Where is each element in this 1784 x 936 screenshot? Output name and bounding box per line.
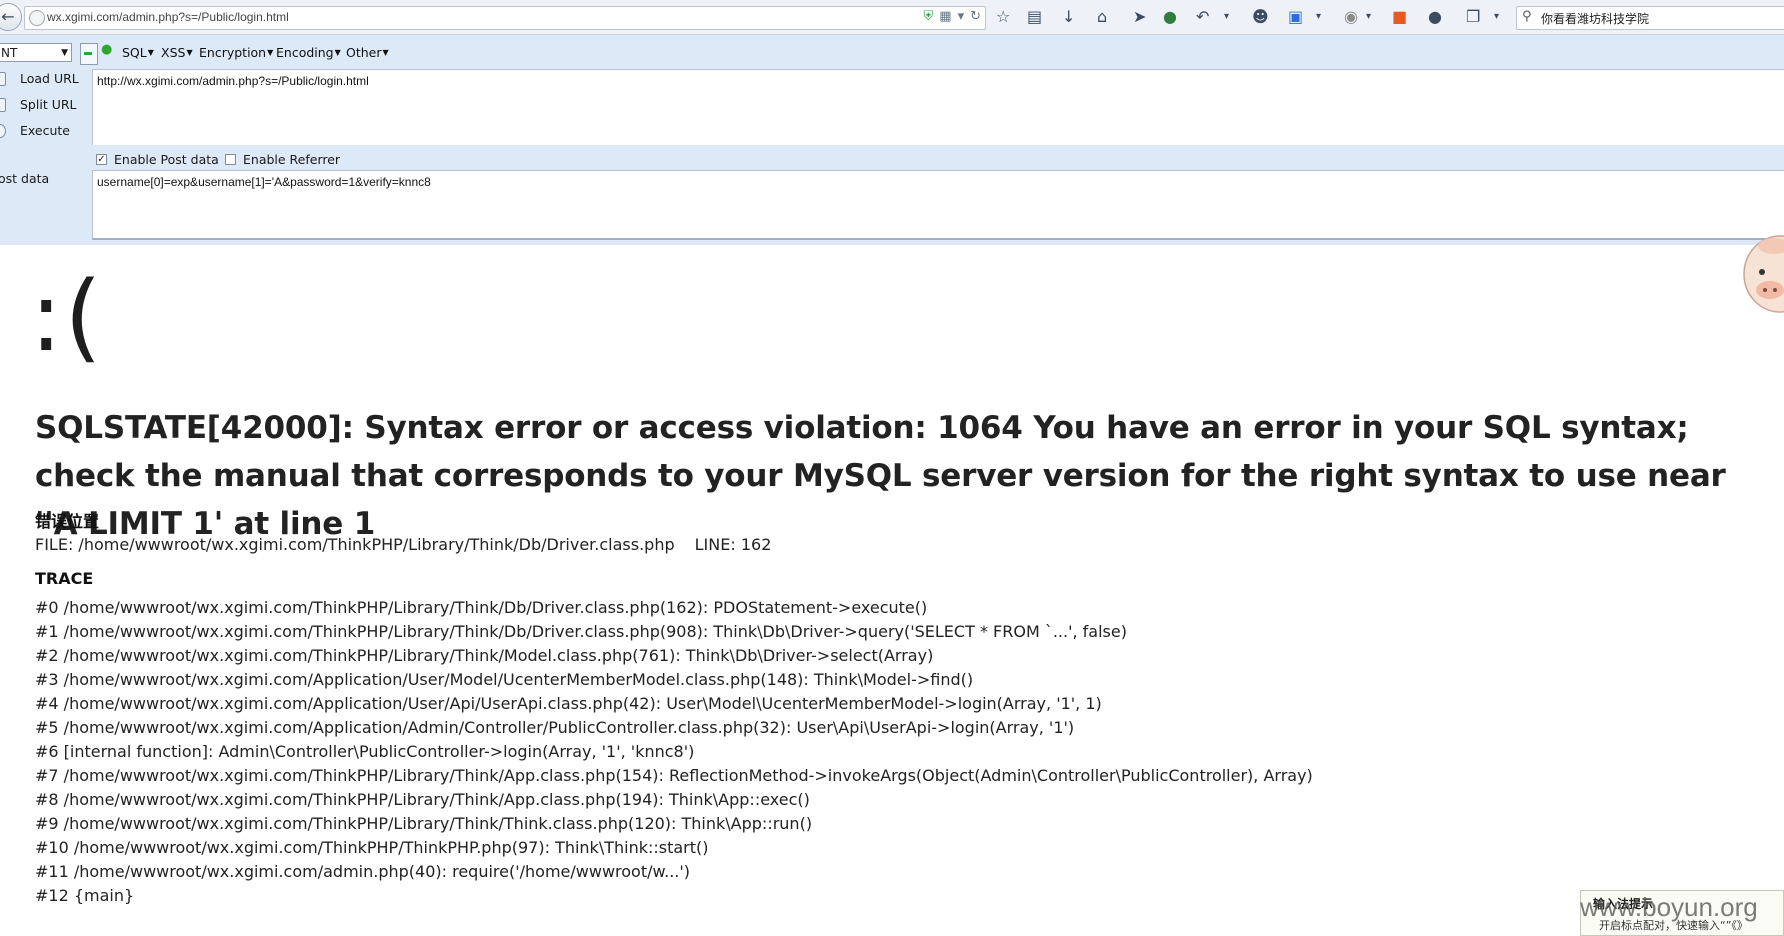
split-url-button[interactable]: Split URL	[0, 95, 92, 115]
search-box[interactable]: ⚲ 你看看潍坊科技学院	[1516, 6, 1784, 30]
menu-encryption[interactable]: Encryption▼	[199, 45, 273, 60]
extension-icon[interactable]: ■	[1392, 7, 1407, 27]
adblock-icon[interactable]: ◉	[1344, 7, 1358, 27]
user-icon[interactable]: ☻	[1252, 7, 1269, 27]
chevron-down-icon: ▼	[186, 48, 193, 57]
chevron-down-icon: ▼	[61, 48, 68, 58]
execute-button[interactable]: Execute	[0, 121, 92, 141]
undo-icon[interactable]: ↶	[1196, 7, 1209, 27]
load-url-icon	[0, 72, 6, 86]
error-file-line: FILE: /home/wwwroot/wx.xgimi.com/ThinkPH…	[35, 535, 771, 554]
enable-referrer-label: Enable Referrer	[243, 152, 341, 167]
address-text: wx.xgimi.com/admin.php?s=/Public/login.h…	[47, 10, 289, 24]
hackbar-panel: NT ▼ ● SQL▼ XSS▼ Encryption▼ Encoding▼ O…	[0, 35, 1784, 245]
error-location-title: 错误位置	[35, 512, 100, 531]
split-url-icon	[0, 98, 6, 112]
undo-dropdown-icon[interactable]: ▾	[1224, 7, 1229, 27]
adblock-dropdown-icon[interactable]: ▾	[1366, 7, 1371, 27]
hackbar-select[interactable]: NT ▼	[0, 43, 72, 62]
window-icon[interactable]: ❐	[1466, 7, 1480, 27]
trace-item: #4 /home/wwwroot/wx.xgimi.com/Applicatio…	[35, 694, 1102, 713]
qr-code-icon[interactable]: ▦	[939, 9, 951, 24]
enable-post-label: Enable Post data	[114, 152, 219, 167]
trace-title: TRACE	[35, 569, 94, 588]
hackbar-select-value: NT	[1, 46, 18, 60]
trace-item: #1 /home/wwwroot/wx.xgimi.com/ThinkPHP/L…	[35, 622, 1127, 641]
hackbar-url-textarea[interactable]: http://wx.xgimi.com/admin.php?s=/Public/…	[92, 69, 1784, 145]
enable-post-checkbox[interactable]: ✓	[96, 154, 107, 165]
trace-item: #10 /home/wwwroot/wx.xgimi.com/ThinkPHP/…	[35, 838, 709, 857]
browser-navbar: ← wx.xgimi.com/admin.php?s=/Public/login…	[0, 0, 1784, 35]
reload-icon[interactable]: ↻	[970, 9, 981, 24]
back-button[interactable]: ←	[0, 3, 22, 31]
decrease-button[interactable]	[80, 43, 98, 65]
search-icon: ⚲	[1522, 9, 1532, 24]
trace-list: #0 /home/wwwroot/wx.xgimi.com/ThinkPHP/L…	[35, 596, 1313, 908]
load-url-button[interactable]: Load URL	[0, 69, 92, 89]
watermark: www.boyun.org	[1580, 892, 1758, 922]
menu-other[interactable]: Other▼	[346, 45, 389, 60]
address-icons: ⛨ ▦ ▾ ↻	[924, 9, 982, 24]
error-file: FILE: /home/wwwroot/wx.xgimi.com/ThinkPH…	[35, 535, 675, 554]
sad-face: :(	[30, 261, 104, 373]
plus-icon[interactable]: ●	[101, 43, 112, 56]
post-data-textarea[interactable]: username[0]=exp&username[1]='A&password=…	[92, 170, 1784, 240]
globe-icon	[29, 10, 45, 26]
reading-list-icon[interactable]: ▤	[1027, 7, 1042, 27]
trace-item: #11 /home/wwwroot/wx.xgimi.com/admin.php…	[35, 862, 691, 881]
menu-sql[interactable]: SQL▼	[122, 45, 154, 60]
chevron-down-icon: ▼	[382, 48, 389, 57]
trace-item: #3 /home/wwwroot/wx.xgimi.com/Applicatio…	[35, 670, 974, 689]
hackbar-toolbar: NT ▼ ● SQL▼ XSS▼ Encryption▼ Encoding▼ O…	[0, 35, 1784, 69]
trace-item: #7 /home/wwwroot/wx.xgimi.com/ThinkPHP/L…	[35, 766, 1313, 785]
download-icon[interactable]: ↓	[1062, 7, 1075, 27]
execute-icon	[0, 124, 6, 138]
trace-item: #9 /home/wwwroot/wx.xgimi.com/ThinkPHP/L…	[35, 814, 813, 833]
menu-encoding[interactable]: Encoding▼	[276, 45, 341, 60]
chevron-down-icon: ▼	[334, 48, 341, 57]
trace-item: #8 /home/wwwroot/wx.xgimi.com/ThinkPHP/L…	[35, 790, 810, 809]
post-data-value: username[0]=exp&username[1]='A&password=…	[97, 175, 431, 189]
post-data-label: ost data	[0, 171, 50, 186]
security-shield-icon[interactable]: ●	[1163, 7, 1177, 27]
search-input[interactable]: 你看看潍坊科技学院	[1541, 10, 1649, 27]
trace-item: #6 [internal function]: Admin\Controller…	[35, 742, 695, 761]
chevron-down-icon: ▼	[267, 48, 274, 57]
send-icon[interactable]: ➤	[1133, 7, 1146, 27]
menu-dropdown-icon[interactable]: ▾	[1494, 7, 1499, 27]
error-message: SQLSTATE[42000]: Syntax error or access …	[35, 410, 1726, 542]
chat-icon[interactable]: ●	[1428, 7, 1442, 27]
menu-xss[interactable]: XSS▼	[161, 45, 193, 60]
bookmark-star-icon[interactable]: ☆	[996, 7, 1010, 27]
translate-dropdown-icon[interactable]: ▾	[1316, 7, 1321, 27]
error-line: LINE: 162	[694, 535, 772, 554]
translate-icon[interactable]: ▣	[1288, 7, 1303, 27]
dropdown-icon[interactable]: ▾	[958, 9, 965, 24]
address-bar[interactable]: wx.xgimi.com/admin.php?s=/Public/login.h…	[24, 6, 986, 30]
shield-icon[interactable]: ⛨	[924, 9, 934, 24]
trace-item: #12 {main}	[35, 886, 135, 905]
mascot-icon[interactable]	[1740, 224, 1784, 324]
trace-item: #5 /home/wwwroot/wx.xgimi.com/Applicatio…	[35, 718, 1075, 737]
trace-item: #2 /home/wwwroot/wx.xgimi.com/ThinkPHP/L…	[35, 646, 934, 665]
back-arrow-icon: ←	[1, 7, 15, 26]
chevron-down-icon: ▼	[147, 48, 154, 57]
home-icon[interactable]: ⌂	[1097, 7, 1107, 27]
enable-referrer-checkbox[interactable]	[225, 154, 236, 165]
minus-icon	[84, 52, 92, 55]
hackbar-url-value: http://wx.xgimi.com/admin.php?s=/Public/…	[97, 74, 369, 88]
trace-item: #0 /home/wwwroot/wx.xgimi.com/ThinkPHP/L…	[35, 598, 928, 617]
